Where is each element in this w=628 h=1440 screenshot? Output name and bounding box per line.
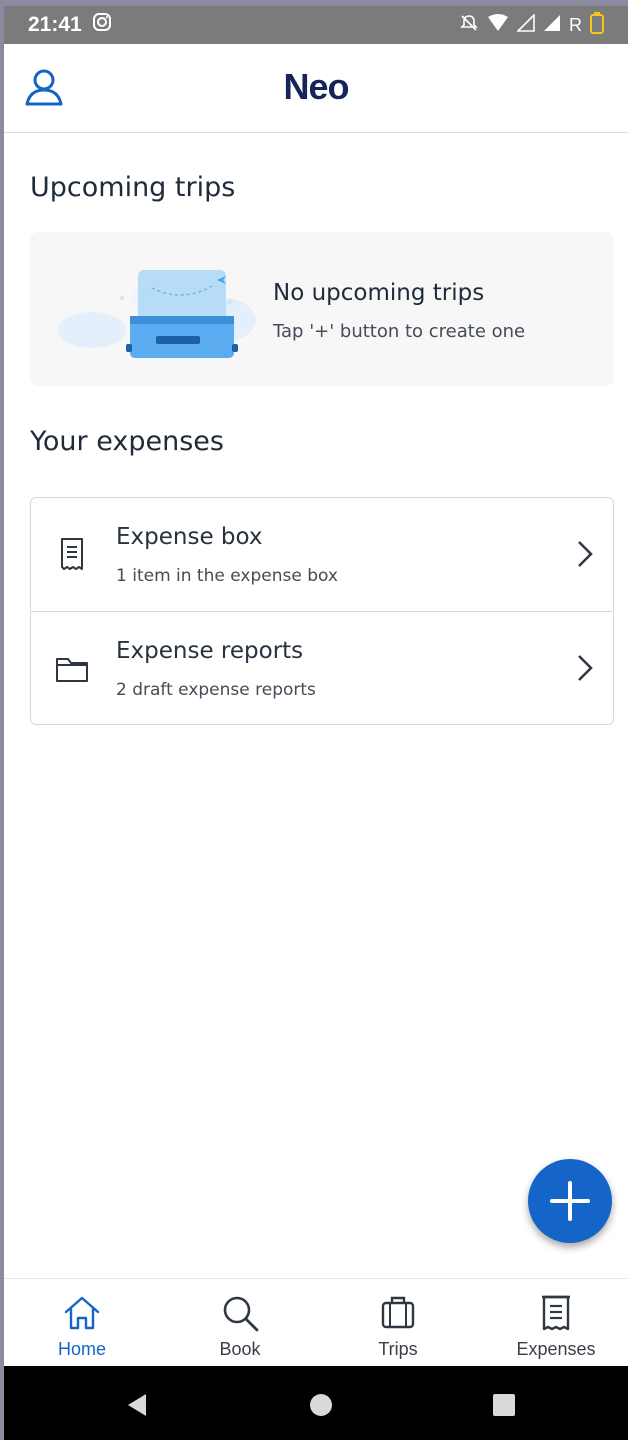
signal-icon — [516, 12, 535, 37]
empty-state-hint: Tap '+' button to create one — [273, 321, 526, 342]
chevron-right-icon — [578, 655, 593, 681]
expense-box-sublabel: 1 item in the expense box — [116, 566, 338, 586]
expense-reports-sublabel: 2 draft expense reports — [116, 680, 316, 700]
nav-home-label: Home — [57, 1339, 106, 1359]
receipt-icon — [542, 1295, 570, 1331]
nav-book[interactable]: Book — [162, 1279, 318, 1367]
recents-icon[interactable] — [491, 1392, 517, 1418]
your-expenses-heading: Your expenses — [30, 426, 224, 457]
expense-box-label: Expense box — [116, 524, 263, 550]
signal-full-icon — [543, 14, 561, 37]
create-trip-fab[interactable] — [528, 1159, 612, 1243]
battery-icon — [590, 11, 604, 39]
status-bar: 21:41 R — [4, 6, 628, 44]
home-button-icon[interactable] — [308, 1392, 334, 1418]
notifications-off-icon — [459, 13, 479, 38]
nav-trips[interactable]: Trips — [320, 1279, 476, 1367]
app-bar: Neo — [4, 44, 628, 133]
back-icon[interactable] — [124, 1392, 150, 1418]
instagram-icon — [92, 12, 112, 38]
plus-icon — [550, 1181, 590, 1221]
system-navigation-bar — [4, 1366, 628, 1440]
nav-home[interactable]: Home — [4, 1279, 160, 1367]
empty-state-title: No upcoming trips — [273, 280, 485, 306]
expense-reports-label: Expense reports — [116, 638, 304, 664]
chevron-right-icon — [578, 541, 593, 567]
status-time: 21:41 — [28, 13, 82, 36]
folder-icon — [56, 658, 88, 682]
upcoming-trips-heading: Upcoming trips — [30, 172, 236, 203]
nav-book-label: Book — [219, 1339, 261, 1359]
status-icons: R — [459, 11, 604, 39]
nav-expenses[interactable]: Expenses — [478, 1279, 628, 1367]
app-title: Neo — [283, 66, 349, 107]
receipt-icon — [61, 538, 83, 570]
home-icon — [64, 1296, 100, 1330]
search-icon — [223, 1296, 259, 1332]
upcoming-trips-empty-card: No upcoming trips Tap '+' button to crea… — [30, 232, 614, 386]
bottom-navigation: Home Book Trips Expenses — [4, 1278, 628, 1367]
expense-box-row[interactable]: Expense box 1 item in the expense box — [31, 498, 613, 611]
suitcase-icon — [381, 1296, 415, 1329]
status-time-group: 21:41 — [28, 12, 112, 38]
expense-reports-row[interactable]: Expense reports 2 draft expense reports — [31, 611, 613, 725]
app-screen: 21:41 R Neo Upcoming trips No upcoming t… — [4, 6, 628, 1440]
wifi-icon — [487, 13, 509, 37]
nav-expenses-label: Expenses — [516, 1339, 596, 1359]
suitcase-illustration — [58, 270, 256, 358]
expenses-list: Expense box 1 item in the expense box Ex… — [30, 497, 614, 725]
roaming-label: R — [569, 14, 582, 35]
nav-trips-label: Trips — [378, 1339, 418, 1359]
